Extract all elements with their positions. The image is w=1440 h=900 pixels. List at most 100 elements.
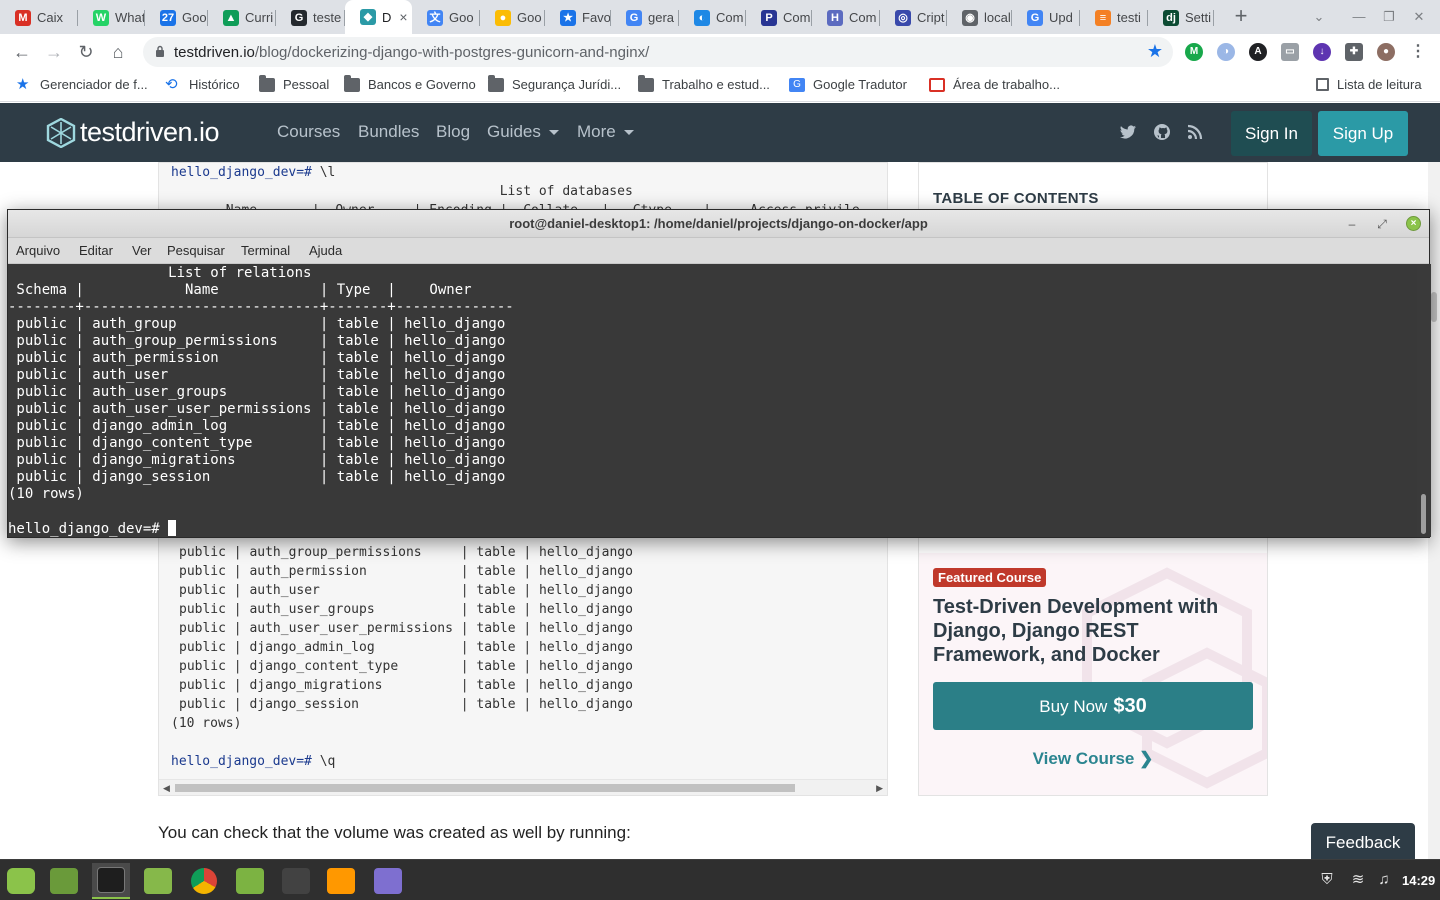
wifi-icon[interactable]: ≋ — [1349, 871, 1367, 889]
shield-tray-icon[interactable]: ⛨ — [1318, 871, 1336, 889]
browser-tab[interactable]: ★ Favo — [545, 3, 611, 32]
taskbar-app[interactable] — [45, 863, 83, 899]
scrollbar-thumb[interactable] — [1421, 494, 1426, 534]
terminal-line: --------+----------------------------+--… — [8, 299, 514, 315]
bookmark-star-icon[interactable]: ★ — [1147, 41, 1163, 62]
scroll-right-icon[interactable]: ▶ — [876, 783, 883, 794]
nav-more[interactable]: More — [577, 122, 634, 142]
maximize-window-icon[interactable]: ❐ — [1380, 8, 1398, 26]
terminal-output[interactable]: List of relations Schema | Name | Type |… — [8, 264, 1417, 537]
browser-tab[interactable]: H Com — [812, 3, 880, 32]
code-horizontal-scrollbar[interactable]: ◀ ▶ — [159, 779, 887, 795]
feedback-button[interactable]: Feedback — [1311, 823, 1415, 863]
terminal-scrollbar[interactable] — [1417, 264, 1431, 537]
profile-avatar[interactable]: ● — [1377, 43, 1395, 61]
bookmark-item[interactable]: ⟲ Histórico — [165, 77, 240, 93]
taskbar-app[interactable] — [322, 863, 360, 899]
extension-cast-icon[interactable]: ▭ — [1281, 43, 1299, 61]
bookmark-item[interactable]: Bancos e Governo — [344, 74, 476, 92]
address-bar[interactable]: testdriven.io/blog/dockerizing-django-wi… — [143, 37, 1173, 67]
rss-icon[interactable] — [1186, 123, 1204, 141]
star-icon: ★ — [16, 75, 30, 93]
minimize-window-icon[interactable]: — — [1350, 8, 1368, 26]
browser-tab[interactable]: ≡ testi — [1080, 3, 1148, 32]
sound-icon[interactable]: ♫ — [1375, 871, 1393, 889]
scroll-left-icon[interactable]: ◀ — [163, 783, 170, 794]
taskbar-app[interactable] — [2, 863, 40, 899]
nav-courses[interactable]: Courses — [277, 122, 340, 142]
article-paragraph: You can check that the volume was create… — [158, 823, 631, 842]
extension-download-icon[interactable]: ↓ — [1313, 43, 1331, 61]
browser-tab[interactable]: ▲ Curri — [208, 3, 276, 32]
forward-icon[interactable]: → — [42, 40, 66, 64]
terminal-maximize-icon[interactable]: ⤢ — [1374, 216, 1390, 232]
terminal-minimize-icon[interactable]: – — [1344, 216, 1360, 232]
browser-tab[interactable]: dj Setti — [1148, 3, 1214, 32]
browser-tab[interactable]: P Com — [746, 3, 812, 32]
scrollbar-thumb[interactable] — [175, 784, 795, 792]
taskbar-app[interactable] — [231, 863, 269, 899]
browser-tab[interactable]: ◉ local — [947, 3, 1012, 32]
menu-arquivo[interactable]: Arquivo — [16, 243, 60, 258]
terminal-prompt-line[interactable]: hello_django_dev=# — [8, 520, 177, 537]
nav-blog[interactable]: Blog — [436, 122, 470, 142]
browser-tab[interactable]: 文 Goo — [412, 3, 480, 32]
browser-tab[interactable]: ● Goo — [480, 3, 545, 32]
sign-up-button[interactable]: Sign Up — [1318, 111, 1408, 156]
browser-tab[interactable]: M Caix — [0, 3, 78, 32]
bookmark-item[interactable]: Trabalho e estud... — [638, 74, 770, 92]
favicon-icon: dj — [1163, 9, 1179, 26]
browser-tab[interactable]: G Upd — [1012, 3, 1080, 32]
nav-bundles[interactable]: Bundles — [358, 122, 419, 142]
buy-now-button[interactable]: Buy Now $30 — [933, 682, 1253, 730]
bookmark-item[interactable]: Área de trabalho... — [929, 77, 1060, 92]
taskbar-app[interactable] — [139, 863, 177, 899]
taskbar-app[interactable] — [92, 863, 130, 899]
bookmark-item[interactable]: G Google Tradutor — [789, 77, 907, 92]
menu-pesquisar[interactable]: Pesquisar — [167, 243, 225, 258]
menu-terminal[interactable]: Terminal — [241, 243, 290, 258]
close-window-icon[interactable]: ✕ — [1410, 8, 1428, 26]
menu-ajuda[interactable]: Ajuda — [309, 243, 342, 258]
menu-ver[interactable]: Ver — [132, 243, 152, 258]
back-icon[interactable]: ← — [10, 40, 34, 64]
browser-tab[interactable]: 27 Goo — [145, 3, 208, 32]
scrollbar-thumb[interactable] — [1431, 292, 1437, 322]
taskbar-app[interactable] — [277, 863, 315, 899]
browser-tab[interactable]: Ggera — [611, 3, 679, 32]
new-tab-button[interactable]: + — [1229, 4, 1253, 28]
menu-editar[interactable]: Editar — [79, 243, 113, 258]
extension-m-icon[interactable]: M — [1185, 43, 1203, 61]
extension-shield-icon[interactable]: ◑ — [1217, 43, 1235, 61]
browser-tab[interactable]: ◆ D × — [345, 0, 412, 34]
terminal-close-icon[interactable]: × — [1406, 216, 1421, 231]
site-logo[interactable]: testdriven.io — [46, 117, 220, 148]
tab-search-icon[interactable]: ⌄ — [1310, 8, 1328, 26]
clock[interactable]: 14:29 — [1402, 873, 1435, 888]
bookmark-item[interactable]: Pessoal — [259, 74, 329, 92]
github-icon[interactable] — [1153, 123, 1171, 141]
browser-tab[interactable]: ◐ Com — [679, 3, 746, 32]
nav-guides[interactable]: Guides — [487, 122, 559, 142]
browser-tab[interactable]: ◎ Cript — [880, 3, 947, 32]
bookmark-item[interactable]: Segurança Jurídi... — [488, 74, 622, 92]
tab-label: teste — [313, 10, 342, 25]
bookmark-label: Segurança Jurídi... — [512, 77, 622, 92]
browser-tab[interactable]: W What — [78, 3, 145, 32]
twitter-icon[interactable] — [1119, 123, 1137, 141]
home-icon[interactable]: ⌂ — [106, 40, 130, 64]
taskbar-app[interactable] — [185, 863, 223, 899]
featured-course-title[interactable]: Test-Driven Development with Django, Dja… — [933, 595, 1253, 667]
reading-list-button[interactable]: Lista de leitura — [1316, 77, 1422, 92]
view-course-link[interactable]: View Course ❯ — [919, 749, 1267, 769]
reload-icon[interactable]: ↻ — [74, 40, 98, 64]
sign-in-button[interactable]: Sign In — [1231, 111, 1312, 156]
taskbar-app[interactable] — [369, 863, 407, 899]
extensions-puzzle-icon[interactable]: ✚ — [1345, 43, 1363, 61]
terminal-titlebar[interactable]: root@daniel-desktop1: /home/daniel/proje… — [8, 210, 1429, 238]
extension-a-icon[interactable]: A — [1249, 43, 1267, 61]
bookmark-item[interactable]: ★ Gerenciador de f... — [16, 75, 148, 93]
browser-menu-icon[interactable]: ⋮ — [1409, 43, 1427, 61]
close-tab-icon[interactable]: × — [399, 9, 407, 25]
browser-tab[interactable]: Gteste — [276, 3, 345, 32]
